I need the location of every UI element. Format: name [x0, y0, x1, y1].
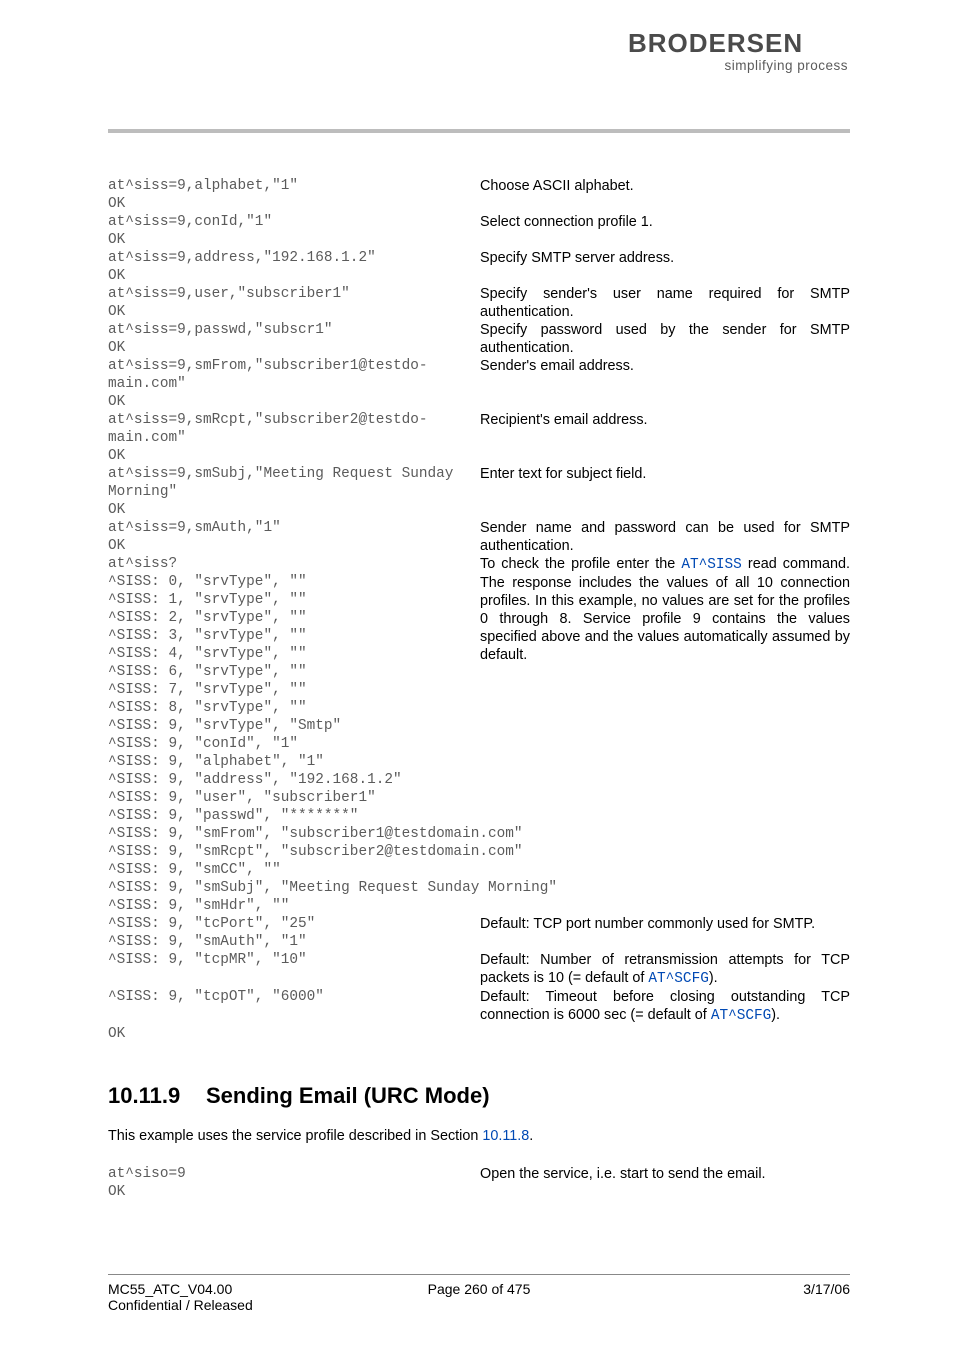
footer-page: Page 260 of 475	[355, 1281, 602, 1297]
code-cell: at^siss=9,smAuth,"1" OK	[108, 519, 480, 555]
footer: MC55_ATC_V04.00 Page 260 of 475 3/17/06 …	[108, 1274, 850, 1313]
table-row: at^siss=9,address,"192.168.1.2" OKSpecif…	[108, 249, 850, 285]
code-cell: ^SISS: 9, "tcpOT", "6000"	[108, 988, 480, 1006]
desc-text: Recipient's email address.	[480, 412, 648, 428]
code-cell: at^siss=9,smRcpt,"subscriber2@testdo- ma…	[108, 411, 480, 465]
desc-text: Sender name and password can be used for…	[480, 520, 850, 554]
code-cell: at^siss=9,conId,"1" OK	[108, 213, 480, 249]
brand-text: BRODERSEN	[628, 30, 803, 56]
table-row: at^siss=9,smSubj,"Meeting Request Sunday…	[108, 465, 850, 519]
table-row: at^siss=9,smAuth,"1" OKSender name and p…	[108, 519, 850, 555]
footer-date: 3/17/06	[603, 1281, 850, 1297]
table-row: at^siss? ^SISS: 0, "srvType", "" ^SISS: …	[108, 555, 850, 825]
desc-text: Choose ASCII alphabet.	[480, 178, 634, 194]
desc-cell: Default: Timeout before closing outstand…	[480, 988, 850, 1025]
desc-text: Open the service, i.e. start to send the…	[480, 1166, 766, 1182]
table-row: at^siss=9,passwd,"subscr1" OKSpecify pas…	[108, 321, 850, 357]
table-row: ^SISS: 9, "smFrom", "subscriber1@testdom…	[108, 825, 850, 915]
code-cell: at^siso=9 OK	[108, 1165, 480, 1201]
desc-cell: Specify SMTP server address.	[480, 249, 850, 267]
code-cell: at^siss=9,alphabet,"1" OK	[108, 177, 480, 213]
desc-cell: Enter text for subject field.	[480, 465, 850, 483]
desc-cell: Sender name and password can be used for…	[480, 519, 850, 555]
code-cell: at^siss=9,passwd,"subscr1" OK	[108, 321, 480, 357]
code-cell: at^siss=9,smSubj,"Meeting Request Sunday…	[108, 465, 480, 519]
desc-cell: Specify sender's user name required for …	[480, 285, 850, 321]
desc-cell: Select connection profile 1.	[480, 213, 850, 231]
desc-cell: Default: TCP port number commonly used f…	[480, 915, 850, 933]
table-row: ^SISS: 9, "tcPort", "25" ^SISS: 9, "smAu…	[108, 915, 850, 951]
footer-left: MC55_ATC_V04.00	[108, 1281, 355, 1297]
desc-text: ).	[771, 1007, 780, 1023]
page: BRODERSEN simplifying process at^siss=9,…	[0, 0, 954, 1351]
desc-text: This example uses the service profile de…	[108, 1128, 482, 1144]
code-cell: ^SISS: 9, "smFrom", "subscriber1@testdom…	[108, 825, 852, 915]
desc-cell: Sender's email address.	[480, 357, 850, 375]
table-row: at^siss=9,conId,"1" OKSelect connection …	[108, 213, 850, 249]
desc-text: .	[529, 1128, 533, 1144]
desc-text: Enter text for subject field.	[480, 466, 646, 482]
desc-text: Sender's email address.	[480, 358, 634, 374]
link-text[interactable]: AT^SISS	[681, 557, 741, 573]
link-text[interactable]: 10.11.8	[482, 1128, 529, 1144]
code-cell: at^siss? ^SISS: 0, "srvType", "" ^SISS: …	[108, 555, 480, 825]
desc-text: To check the profile enter the	[480, 556, 681, 572]
table-row: at^siss=9,user,"subscriber1" OKSpecify s…	[108, 285, 850, 321]
code-cell: at^siss=9,address,"192.168.1.2" OK	[108, 249, 480, 285]
command-table: at^siss=9,alphabet,"1" OKChoose ASCII al…	[108, 177, 850, 1043]
table-row: at^siss=9,alphabet,"1" OKChoose ASCII al…	[108, 177, 850, 213]
table-row: OK	[108, 1025, 850, 1043]
desc-cell: Open the service, i.e. start to send the…	[480, 1165, 850, 1183]
desc-cell: Recipient's email address.	[480, 411, 850, 429]
table-row: at^siss=9,smRcpt,"subscriber2@testdo- ma…	[108, 411, 850, 465]
footer-divider	[108, 1274, 850, 1275]
desc-text: Specify SMTP server address.	[480, 250, 674, 266]
desc-cell: To check the profile enter the AT^SISS r…	[480, 555, 850, 664]
link-text[interactable]: AT^SCFG	[648, 971, 708, 987]
code-cell: at^siss=9,smFrom,"subscriber1@testdo- ma…	[108, 357, 480, 411]
section-number: 10.11.9	[108, 1083, 206, 1109]
brand-tagline: simplifying process	[628, 58, 850, 73]
table-row: ^SISS: 9, "tcpMR", "10"Default: Number o…	[108, 951, 850, 988]
desc-text: Specify password used by the sender for …	[480, 322, 850, 356]
section-intro: This example uses the service profile de…	[108, 1127, 850, 1145]
desc-cell: Specify password used by the sender for …	[480, 321, 850, 357]
desc-cell: Default: Number of retransmission attemp…	[480, 951, 850, 988]
command-table-2: at^siso=9 OKOpen the service, i.e. start…	[108, 1165, 850, 1201]
table-row: at^siss=9,smFrom,"subscriber1@testdo- ma…	[108, 357, 850, 411]
footer-confidential: Confidential / Released	[108, 1297, 355, 1313]
desc-text: Default: TCP port number commonly used f…	[480, 916, 815, 932]
table-row: ^SISS: 9, "tcpOT", "6000"Default: Timeou…	[108, 988, 850, 1025]
content: at^siss=9,alphabet,"1" OKChoose ASCII al…	[0, 133, 954, 1201]
code-cell: ^SISS: 9, "tcPort", "25" ^SISS: 9, "smAu…	[108, 915, 480, 951]
desc-text: Select connection profile 1.	[480, 214, 653, 230]
code-cell: ^SISS: 9, "tcpMR", "10"	[108, 951, 480, 969]
header: BRODERSEN simplifying process	[0, 0, 954, 125]
brand-logo: BRODERSEN simplifying process	[628, 30, 850, 73]
desc-text: ).	[709, 970, 718, 986]
link-text[interactable]: AT^SCFG	[711, 1008, 771, 1024]
desc-text: read command. The response includes the …	[480, 556, 850, 663]
desc-cell: Choose ASCII alphabet.	[480, 177, 850, 195]
section-heading: 10.11.9Sending Email (URC Mode)	[108, 1083, 850, 1109]
code-cell: OK	[108, 1025, 852, 1043]
code-cell: at^siss=9,user,"subscriber1" OK	[108, 285, 480, 321]
desc-text: Specify sender's user name required for …	[480, 286, 850, 320]
section-title: Sending Email (URC Mode)	[206, 1083, 490, 1108]
footer-doc-id: MC55_ATC_V04.00	[108, 1281, 232, 1297]
desc-text: Default: Timeout before closing outstand…	[480, 989, 850, 1023]
table-row: at^siso=9 OKOpen the service, i.e. start…	[108, 1165, 850, 1201]
